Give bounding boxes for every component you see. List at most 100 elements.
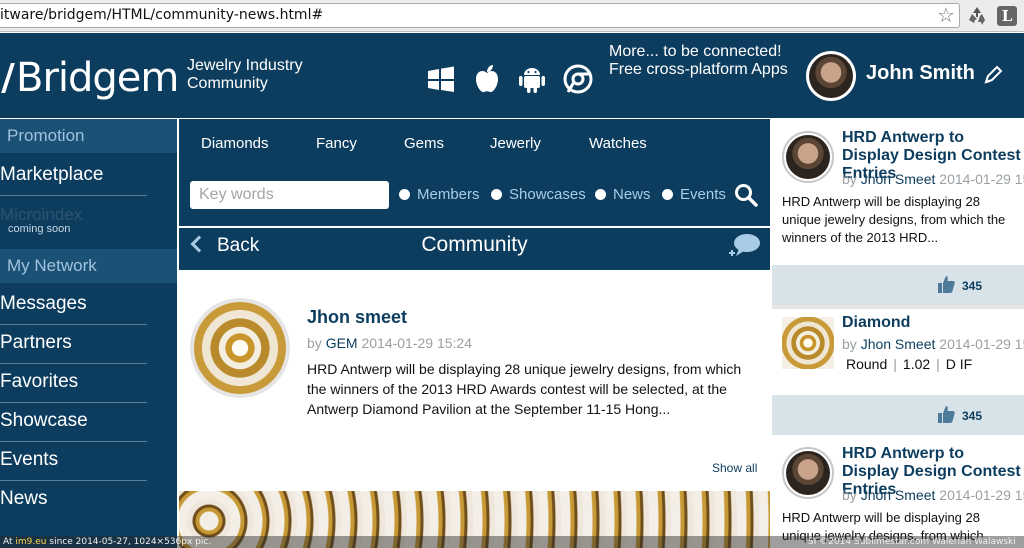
card-date: 2014-01-29 15:24 <box>939 336 1024 352</box>
caption-site-link[interactable]: im9.eu <box>15 537 46 547</box>
post-body: HRD Antwerp will be displaying 28 unique… <box>307 361 742 417</box>
sidebar-section-my-network[interactable]: My Network <box>0 249 177 283</box>
author-avatar[interactable] <box>782 447 834 499</box>
logo-text: Bridgem <box>16 55 179 101</box>
filter-members-radio[interactable]: Members <box>399 185 480 205</box>
card-author-link[interactable]: Jhon Smeet <box>861 336 936 352</box>
bridgem-logo[interactable]: Bridgem <box>0 53 179 103</box>
author-face-image <box>786 451 830 495</box>
card-footer: 345 <box>772 265 1024 305</box>
chrome-icon[interactable] <box>562 63 594 95</box>
caption-prefix: At <box>3 537 13 547</box>
filter-events-radio[interactable]: Events <box>662 185 726 205</box>
post-meta: by GEM 2014-01-29 15:24 <box>307 335 472 351</box>
bookmark-star-icon[interactable]: ☆ <box>934 4 958 26</box>
card-date: 2014-01-29 15:24 <box>939 171 1024 187</box>
card-author-link[interactable]: Jhon Smeet <box>861 487 936 503</box>
user-name[interactable]: John Smith <box>866 62 975 85</box>
thumbs-up-icon <box>938 276 955 293</box>
browser-window: { "browser": { "url": "itware/bridgem/HT… <box>0 0 1024 548</box>
filter-members-label: Members <box>417 186 480 203</box>
post-author-name[interactable]: Jhon smeet <box>307 307 407 328</box>
card-title[interactable]: Diamond <box>842 314 1024 332</box>
tab-watches[interactable]: Watches <box>589 135 647 152</box>
diamond-specs: Round | 1.02 | D IF <box>846 356 972 372</box>
radio-dot <box>662 189 673 200</box>
filter-news-radio[interactable]: News <box>595 185 651 205</box>
sidebar-item-marketplace[interactable]: Marketplace <box>0 157 147 196</box>
sidebar-item-events[interactable]: Events <box>0 442 147 481</box>
post-jewelry-image[interactable] <box>190 298 290 398</box>
edit-pencil-icon[interactable] <box>983 64 1003 86</box>
card-author-link[interactable]: Jhon Smeet <box>861 171 936 187</box>
radio-dot <box>399 189 410 200</box>
diamond-card[interactable]: Diamond by Jhon Smeet 2014-01-29 15:24 <box>772 309 1024 395</box>
post-source-link[interactable]: GEM <box>326 335 358 351</box>
user-avatar[interactable] <box>806 51 856 101</box>
diamond-thumbnail[interactable] <box>782 317 834 369</box>
card-meta: by Jhon Smeet 2014-01-29 15:24 <box>842 487 1024 503</box>
diamond-grade: D IF <box>945 356 973 372</box>
sidebar-section-promotion[interactable]: Promotion <box>0 119 177 153</box>
apps-promo-text[interactable]: More... to be connected! Free cross-plat… <box>609 43 799 79</box>
author-avatar[interactable] <box>782 131 834 183</box>
author-face-image <box>786 135 830 179</box>
sidebar-item-favorites[interactable]: Favorites <box>0 364 147 403</box>
category-nav: Diamonds Fancy Gems Jewerly Watches Memb… <box>179 119 770 270</box>
show-all-link[interactable]: Show all <box>712 461 757 475</box>
browser-toolbar: itware/bridgem/HTML/community-news.html#… <box>0 0 1024 32</box>
l-extension-icon[interactable]: L <box>997 6 1017 26</box>
tab-fancy[interactable]: Fancy <box>316 135 357 152</box>
site-tagline: Jewelry Industry Community <box>187 57 303 92</box>
nav-divider <box>179 226 770 228</box>
like-button[interactable]: 345 <box>936 274 982 296</box>
android-icon[interactable] <box>516 63 548 95</box>
spec-separator: | <box>936 356 940 372</box>
diamond-shape: Round <box>846 356 888 372</box>
filter-events-label: Events <box>680 186 726 203</box>
windows-icon[interactable] <box>425 63 457 95</box>
card-meta: by Jhon Smeet 2014-01-29 15:24 <box>842 336 1024 352</box>
sidebar-item-partners[interactable]: Partners <box>0 325 147 364</box>
jewelry-image <box>194 302 286 394</box>
card-body: HRD Antwerp will be displaying 28 unique… <box>782 194 1006 245</box>
card-by-label: by <box>842 336 857 352</box>
like-count: 345 <box>962 409 983 423</box>
news-card[interactable]: HRD Antwerp to Display Design Contest En… <box>772 435 1024 548</box>
search-icon[interactable] <box>733 182 759 208</box>
tab-diamonds[interactable]: Diamonds <box>201 135 269 152</box>
filter-news-label: News <box>613 186 651 203</box>
sidebar-item-microindex: Microindex <box>0 205 83 224</box>
left-sidebar: Promotion Marketplace Microindex coming … <box>0 119 177 548</box>
card-footer: 345 <box>772 395 1024 435</box>
thumbs-up-icon <box>938 406 955 423</box>
tab-jewerly[interactable]: Jewerly <box>490 135 541 152</box>
radio-dot <box>595 189 606 200</box>
caption-right: SI ©2014 Sublimestar.com Walerian Walaws… <box>808 537 1016 547</box>
spec-separator: | <box>893 356 897 372</box>
caption-info: since 2014-05-27, 1024×536px pic. <box>49 537 212 547</box>
post-date: 2014-01-29 15:24 <box>361 335 473 351</box>
tab-gems[interactable]: Gems <box>404 135 444 152</box>
radio-dot <box>491 189 502 200</box>
new-chat-icon[interactable] <box>724 231 762 261</box>
coming-soon-label: coming soon <box>8 223 71 235</box>
filter-showcases-label: Showcases <box>509 186 586 203</box>
recycle-extension-icon[interactable] <box>966 5 988 27</box>
news-feed-column: HRD Antwerp to Display Design Contest En… <box>772 119 1024 548</box>
card-date: 2014-01-29 15:24 <box>939 487 1024 503</box>
sidebar-item-news[interactable]: News <box>0 481 147 520</box>
diamond-carat: 1.02 <box>902 356 931 372</box>
apple-icon[interactable] <box>471 63 503 95</box>
address-bar[interactable]: itware/bridgem/HTML/community-news.html# <box>0 3 960 28</box>
filter-showcases-radio[interactable]: Showcases <box>491 185 586 205</box>
logo-mark-icon <box>0 63 15 93</box>
card-by-label: by <box>842 171 857 187</box>
keyword-search-input[interactable] <box>190 181 389 209</box>
sidebar-item-messages[interactable]: Messages <box>0 286 147 325</box>
page-title: Community <box>421 233 528 256</box>
like-button[interactable]: 345 <box>936 404 982 426</box>
community-panel: Diamonds Fancy Gems Jewerly Watches Memb… <box>179 119 770 548</box>
sidebar-item-showcase[interactable]: Showcase <box>0 403 147 442</box>
news-card[interactable]: HRD Antwerp to Display Design Contest En… <box>772 119 1024 265</box>
